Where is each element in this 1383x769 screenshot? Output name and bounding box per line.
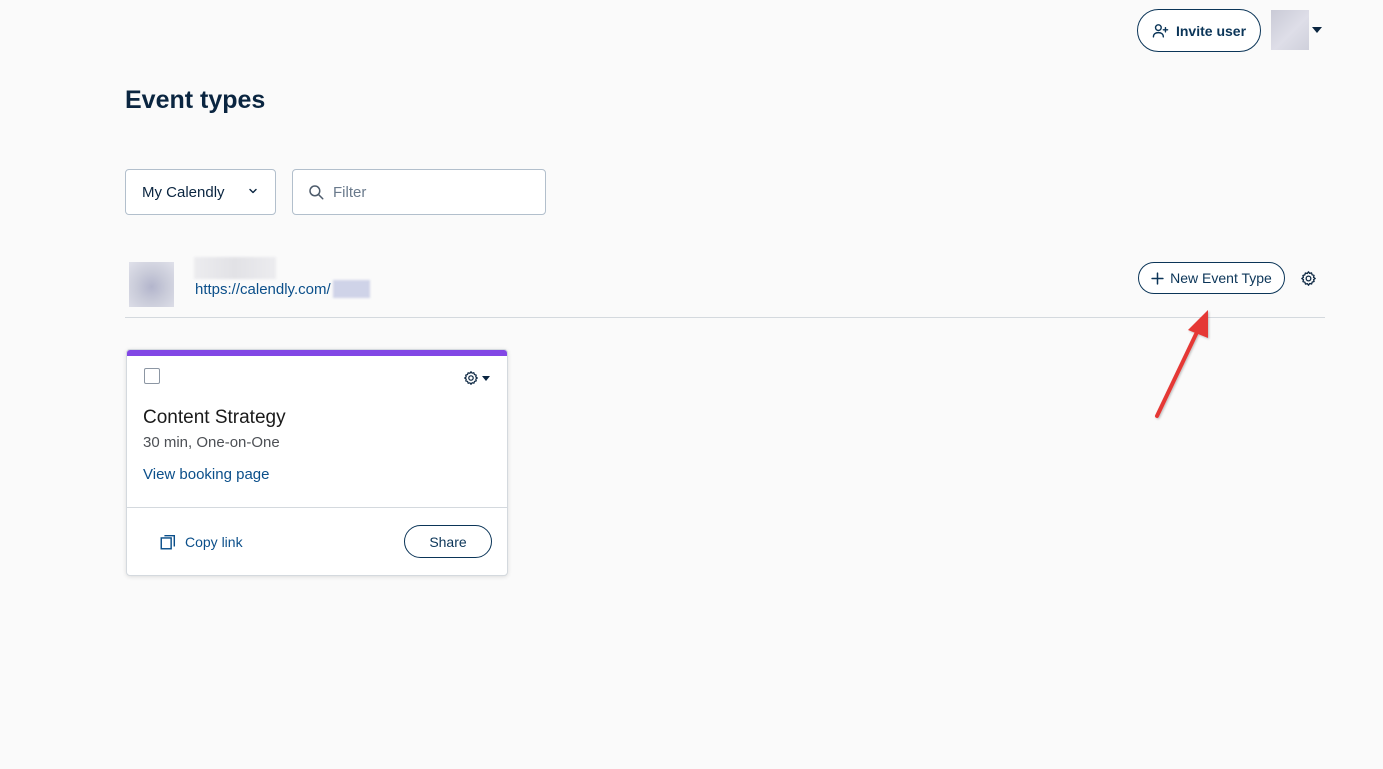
user-avatar — [129, 262, 174, 307]
gear-icon[interactable] — [1300, 270, 1317, 287]
copy-link-button[interactable]: Copy link — [159, 532, 243, 552]
new-event-type-label: New Event Type — [1170, 270, 1272, 286]
account-avatar[interactable] — [1271, 10, 1309, 50]
card-divider — [127, 507, 507, 508]
add-user-icon — [1152, 24, 1169, 38]
event-types-page: Invite user Event types My Calendly http… — [0, 0, 1383, 769]
search-icon — [309, 185, 324, 200]
user-slug-redacted — [332, 280, 370, 298]
user-link-row: https://calendly.com/ — [195, 279, 370, 299]
caret-down-icon[interactable] — [1312, 27, 1322, 33]
filter-field[interactable] — [292, 169, 546, 215]
chevron-down-icon — [249, 188, 257, 194]
view-booking-page-link[interactable]: View booking page — [143, 466, 270, 483]
calendar-select[interactable]: My Calendly — [125, 169, 276, 215]
calendar-select-value: My Calendly — [142, 183, 225, 201]
card-accent-stripe — [127, 350, 507, 356]
share-button[interactable]: Share — [404, 525, 492, 558]
card-settings-button[interactable] — [463, 369, 493, 387]
user-name-redacted — [194, 257, 276, 279]
invite-user-label: Invite user — [1175, 22, 1247, 39]
annotation-arrow-icon — [1155, 310, 1208, 418]
event-type-card: Content Strategy 30 min, One-on-One View… — [126, 349, 508, 576]
filter-input[interactable] — [333, 183, 533, 201]
user-scheduling-link[interactable]: https://calendly.com/ — [195, 281, 331, 298]
caret-down-icon — [482, 375, 490, 381]
plus-icon — [1151, 271, 1164, 285]
card-select-checkbox[interactable] — [144, 368, 160, 384]
new-event-type-button[interactable]: New Event Type — [1138, 262, 1285, 294]
copy-icon — [160, 534, 176, 550]
event-meta: 30 min, One-on-One — [143, 434, 280, 451]
page-title: Event types — [125, 86, 266, 114]
event-title: Content Strategy — [143, 407, 286, 428]
copy-link-label: Copy link — [185, 534, 243, 550]
gear-icon — [464, 371, 478, 385]
invite-user-button[interactable]: Invite user — [1137, 9, 1261, 52]
